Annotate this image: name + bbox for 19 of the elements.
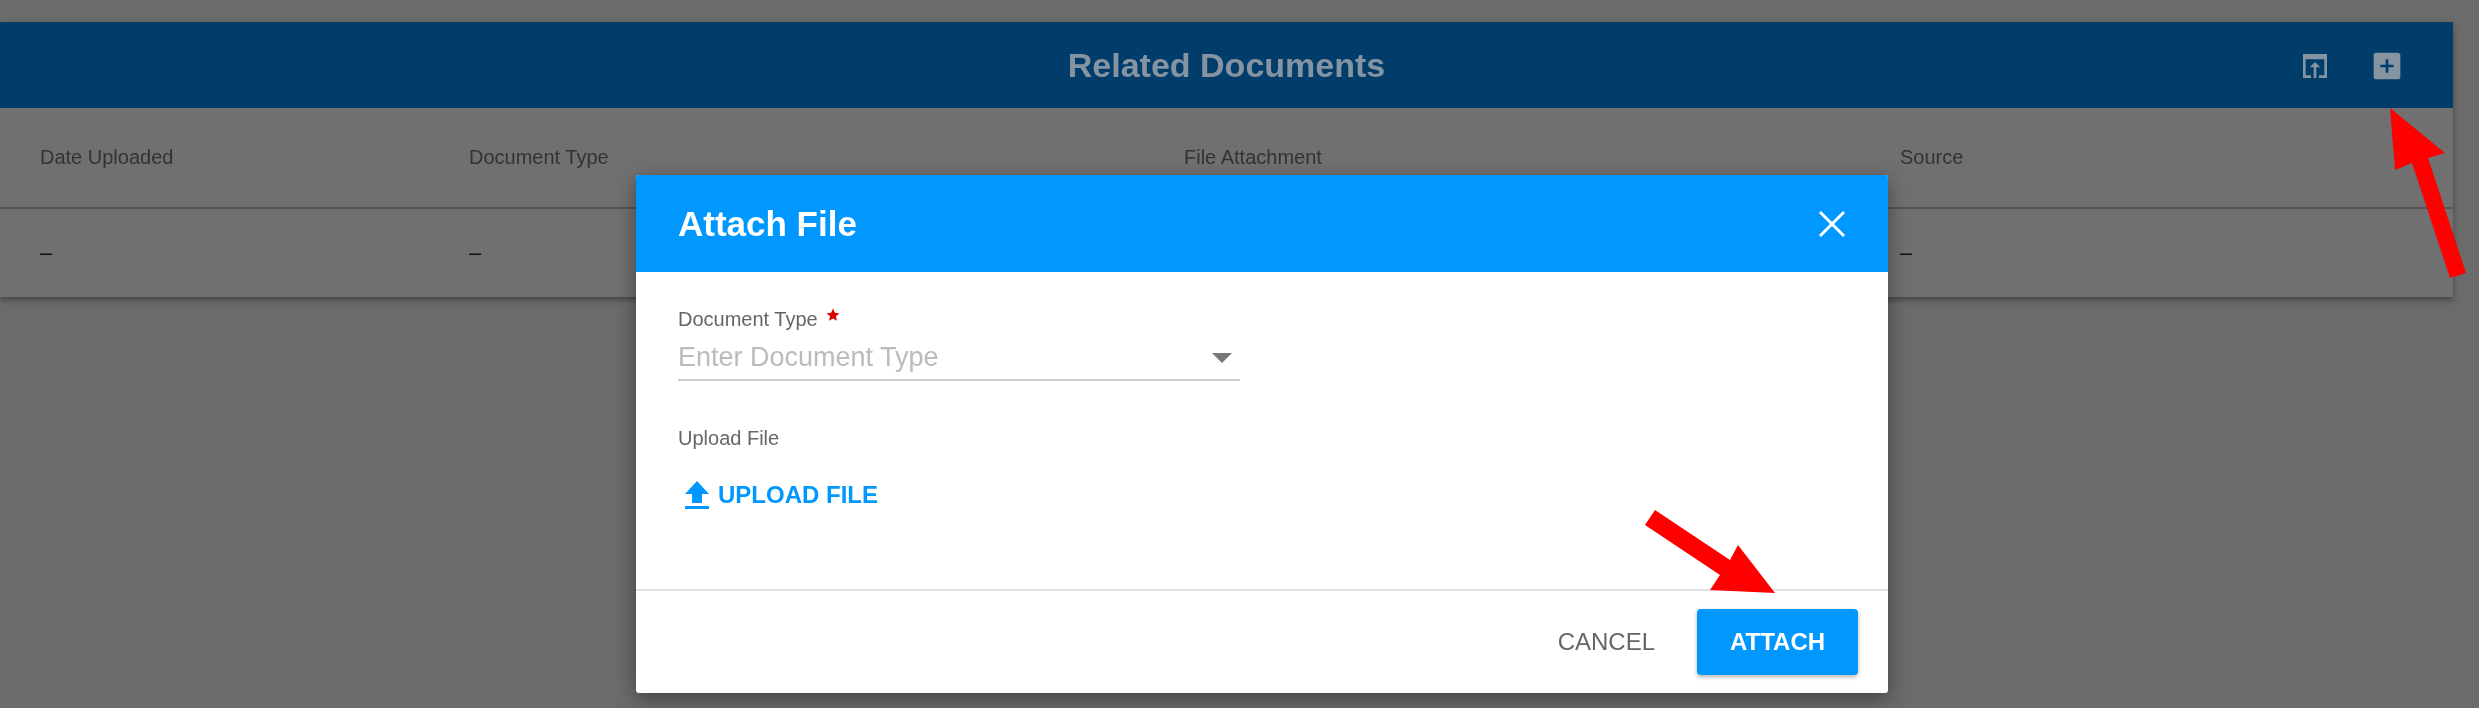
column-header: Document Type [469, 146, 610, 169]
table-cell-text: – [469, 240, 483, 266]
attach-button[interactable]: ATTACH [1697, 609, 1858, 675]
close-icon[interactable] [1818, 209, 1846, 238]
upload-file-button[interactable]: UPLOAD FILE [678, 480, 878, 510]
table-cell-text: – [40, 240, 54, 266]
table-cell-text: – [1900, 240, 1914, 266]
add-icon[interactable] [2371, 50, 2403, 82]
dialog-title: Attach File [678, 203, 857, 244]
upload-icon [684, 480, 710, 510]
column-header: Source [1900, 146, 1965, 169]
field-label: Document Type [678, 308, 818, 331]
upload-label: Upload File [678, 427, 781, 450]
column-header: Date Uploaded [40, 146, 175, 169]
document-type-field[interactable]: Enter Document Type [678, 335, 1240, 381]
panel-title: Related Documents [1067, 45, 1386, 85]
column-header: File Attachment [1184, 146, 1323, 169]
cancel-button[interactable]: CANCEL [1535, 609, 1677, 675]
dropdown-caret-icon[interactable] [1212, 353, 1232, 363]
